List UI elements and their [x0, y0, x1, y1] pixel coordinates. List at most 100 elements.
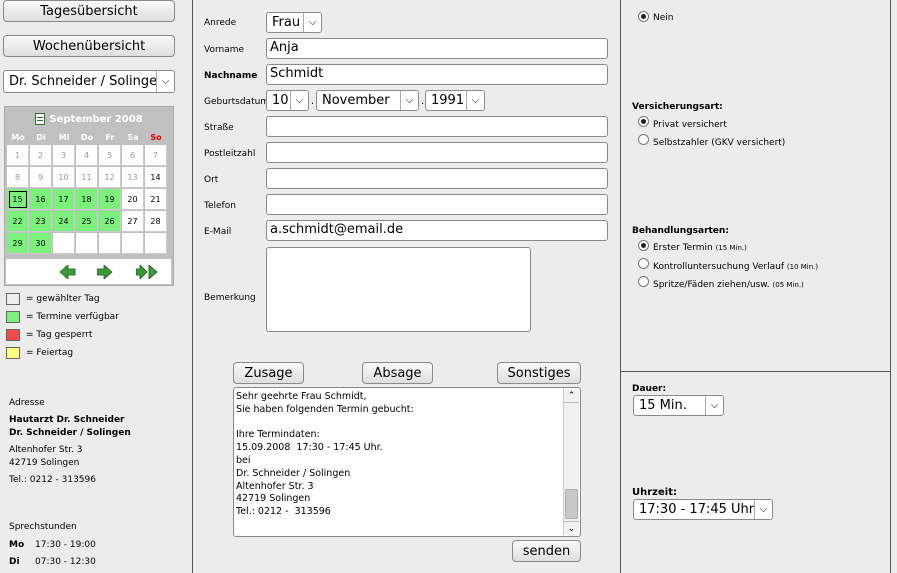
calendar-day[interactable]: 28: [145, 211, 167, 232]
phone-input[interactable]: [266, 194, 608, 215]
divider-right-horizontal: [620, 371, 891, 372]
calendar-day: [145, 233, 167, 254]
other-button[interactable]: Sonstiges: [497, 362, 581, 384]
calendar-day[interactable]: 27: [122, 211, 144, 232]
accept-button[interactable]: Zusage: [233, 362, 304, 384]
calendar-day: 8: [7, 167, 29, 188]
message-line: 42719 Solingen: [236, 493, 311, 505]
address-heading: Adresse: [9, 398, 45, 408]
calendar-day: 5: [99, 145, 121, 166]
arrow-left-icon[interactable]: [60, 265, 76, 279]
insurance-self-radio[interactable]: [638, 134, 649, 145]
calendar-day[interactable]: 14: [145, 167, 167, 188]
calendar-day[interactable]: 17: [53, 189, 75, 210]
city-input[interactable]: [266, 168, 608, 189]
firstname-input[interactable]: Anja: [266, 38, 608, 59]
scroll-down-icon[interactable]: ⌄: [564, 521, 579, 535]
calendar-day[interactable]: 26: [99, 211, 121, 232]
treatment-injection-radio[interactable]: [638, 276, 649, 287]
double-arrow-right-icon[interactable]: [136, 265, 158, 279]
message-line: Sie haben folgenden Termin gebucht:: [236, 403, 414, 415]
day-view-button[interactable]: Tagesübersicht: [3, 0, 175, 22]
birth-year-select[interactable]: 1991 ⌵: [425, 90, 485, 111]
insurance-private-radio[interactable]: [638, 116, 649, 127]
calendar-day[interactable]: 19: [99, 189, 121, 210]
treatment-first-label: Erster Termin (15 Min.): [653, 243, 747, 253]
address-phone: Tel.: 0212 - 313596: [9, 475, 96, 485]
scroll-thumb[interactable]: [565, 489, 578, 519]
message-textarea[interactable]: Sehr geehrte Frau Schmidt, Sie haben folg…: [233, 387, 581, 537]
legend-label: = Feiertag: [26, 348, 74, 358]
birthdate-label: Geburtsdatum: [204, 97, 270, 107]
street-label: Straße: [204, 123, 234, 133]
birth-month-select[interactable]: November ⌵: [316, 90, 419, 111]
time-heading: Uhrzeit:: [632, 487, 677, 498]
address-name-2: Dr. Schneider / Solingen: [9, 428, 131, 438]
calendar-month-title: September 2008: [49, 113, 143, 125]
calendar-day[interactable]: 29: [7, 233, 29, 254]
salutation-select[interactable]: Frau ⌵: [266, 12, 322, 33]
hours-time-mo: 17:30 - 19:00: [35, 540, 96, 550]
calendar-day[interactable]: 30: [30, 233, 52, 254]
calendar-day[interactable]: 25: [76, 211, 98, 232]
phone-label: Telefon: [204, 201, 236, 211]
birth-year-value: 1991: [431, 93, 465, 108]
calendar-day: 3: [53, 145, 75, 166]
week-view-button[interactable]: Wochenübersicht: [3, 35, 175, 57]
doctor-select[interactable]: Dr. Schneider / Solingen ⌵: [3, 70, 175, 93]
calendar-day[interactable]: 21: [145, 189, 167, 210]
time-select[interactable]: 17:30 - 17:45 Uhr ⌵: [633, 499, 773, 520]
date-separator: .: [311, 96, 315, 107]
send-button[interactable]: senden: [512, 540, 581, 562]
chevron-down-icon: ⌵: [705, 396, 723, 415]
divider-left: [192, 0, 193, 573]
chevron-down-icon: ⌵: [156, 71, 174, 92]
calendar-icon[interactable]: [35, 113, 46, 125]
insurance-heading: Versicherungsart:: [632, 102, 723, 112]
calendar-weekday: Sa: [122, 130, 144, 144]
hours-time-di: 07:30 - 12:30: [35, 557, 96, 567]
decline-button[interactable]: Absage: [362, 362, 433, 384]
scroll-up-icon[interactable]: ⌃: [564, 389, 579, 403]
email-input[interactable]: a.schmidt@email.de: [266, 220, 608, 241]
zip-input[interactable]: [266, 142, 608, 163]
treatment-control-radio[interactable]: [638, 258, 649, 269]
duration-value: 15 Min.: [639, 398, 687, 413]
calendar-day[interactable]: 24: [53, 211, 75, 232]
treatment-first-radio[interactable]: [638, 240, 649, 251]
birth-month-value: November: [322, 93, 390, 108]
calendar-day[interactable]: 18: [76, 189, 98, 210]
hours-day-mo: Mo: [9, 540, 25, 550]
calendar-day: 11: [76, 167, 98, 188]
chevron-down-icon: ⌵: [466, 91, 484, 110]
calendar-day[interactable]: 23: [30, 211, 52, 232]
chevron-down-icon: ⌵: [303, 13, 321, 32]
calendar-nav: [6, 259, 171, 284]
message-line: bei: [236, 454, 251, 466]
street-input[interactable]: [266, 116, 608, 137]
calendar-day[interactable]: 22: [7, 211, 29, 232]
birth-day-select[interactable]: 10 ⌵: [266, 90, 309, 111]
zip-label: Postleitzahl: [204, 149, 256, 159]
message-scrollbar[interactable]: ⌃ ⌄: [563, 389, 579, 535]
lastname-label: Nachname: [204, 71, 258, 81]
divider-far-right: [890, 0, 891, 573]
birth-day-value: 10: [272, 93, 289, 108]
salutation-label: Anrede: [204, 18, 237, 28]
calendar-day[interactable]: 16: [30, 189, 52, 210]
top-option-no-radio[interactable]: [638, 11, 649, 22]
calendar-day[interactable]: 15: [7, 189, 29, 210]
calendar-day[interactable]: 20: [122, 189, 144, 210]
date-separator: .: [421, 96, 425, 107]
chevron-down-icon: ⌵: [754, 500, 772, 519]
calendar-day: 12: [99, 167, 121, 188]
calendar-weekday: Do: [76, 130, 98, 144]
message-line: 15.09.2008 17:30 - 17:45 Uhr.: [236, 442, 383, 454]
address-name-1: Hautarzt Dr. Schneider: [9, 415, 125, 425]
lastname-input[interactable]: Schmidt: [266, 64, 608, 85]
arrow-right-icon[interactable]: [97, 265, 113, 279]
duration-select[interactable]: 15 Min. ⌵: [633, 395, 724, 416]
legend-swatch: [6, 347, 20, 359]
calendar-day: 13: [122, 167, 144, 188]
remark-textarea[interactable]: [266, 247, 531, 332]
